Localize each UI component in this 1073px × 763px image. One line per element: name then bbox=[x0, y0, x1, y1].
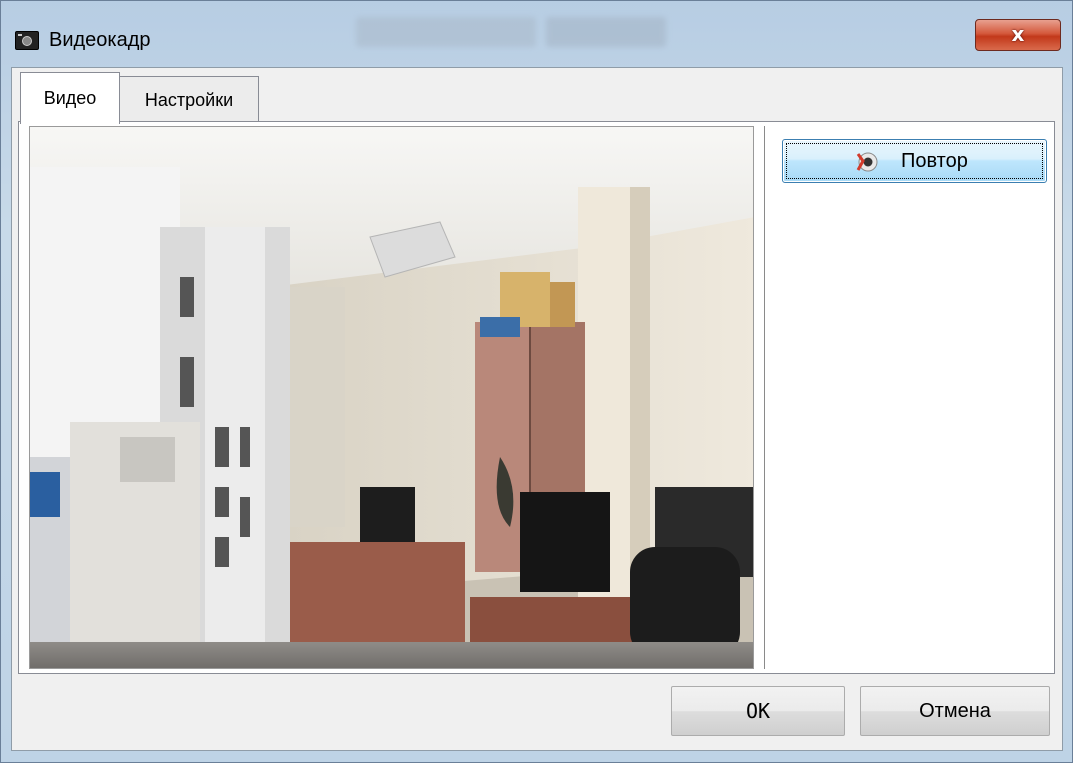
tab-video[interactable]: Видео bbox=[20, 72, 120, 124]
retry-button-label: Повтор bbox=[901, 150, 968, 172]
retry-button[interactable]: Повтор bbox=[782, 139, 1047, 183]
button-bar: OK Отмена bbox=[12, 674, 1062, 750]
ok-button[interactable]: OK bbox=[671, 686, 845, 736]
vertical-divider bbox=[764, 126, 765, 669]
background-blur bbox=[546, 17, 666, 47]
video-image bbox=[30, 127, 753, 668]
retry-camera-icon bbox=[856, 152, 878, 172]
title-bar[interactable]: Видеокадр x bbox=[1, 1, 1072, 59]
close-button[interactable]: x bbox=[975, 19, 1061, 51]
window-title: Видеокадр bbox=[49, 29, 151, 51]
tab-page-video: Повтор bbox=[18, 121, 1055, 674]
client-area: Видео Настройки Повтор OK Отмена bbox=[11, 67, 1063, 751]
camera-icon bbox=[15, 31, 39, 50]
tab-strip: Видео Настройки bbox=[12, 68, 1062, 124]
video-frame bbox=[29, 126, 754, 669]
background-blur bbox=[356, 17, 536, 47]
cancel-button[interactable]: Отмена bbox=[860, 686, 1050, 736]
tab-settings[interactable]: Настройки bbox=[119, 76, 259, 122]
dialog-window: Видеокадр x Видео Настройки Повтор OK От… bbox=[0, 0, 1073, 763]
